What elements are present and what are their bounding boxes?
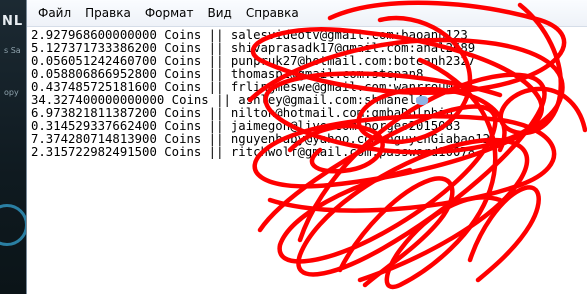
background-app-text: s Sa — [4, 46, 21, 55]
menu-edit[interactable]: Правка — [78, 3, 138, 23]
background-app-text: opy — [4, 88, 19, 97]
menu-file[interactable]: Файл — [31, 3, 78, 23]
menu-help[interactable]: Справка — [239, 3, 306, 23]
notepad-window: Файл Правка Формат Вид Справка 2.9279686… — [26, 0, 587, 294]
menu-bar: Файл Правка Формат Вид Справка — [27, 0, 587, 27]
background-app-window[interactable]: NL s Sa opy — [0, 0, 26, 294]
text-line: 2.315722982491500 Coins || ritchwolf@gma… — [31, 145, 476, 159]
menu-format[interactable]: Формат — [138, 3, 201, 23]
menu-view[interactable]: Вид — [201, 3, 239, 23]
text-editor-area[interactable]: 2.927968600000000 Coins || salesvideotv@… — [27, 28, 587, 294]
screen: NL s Sa opy Файл Правка Формат Вид Справ… — [0, 0, 587, 294]
background-app-ring-icon — [0, 204, 26, 246]
background-app-title: NL — [2, 14, 24, 29]
